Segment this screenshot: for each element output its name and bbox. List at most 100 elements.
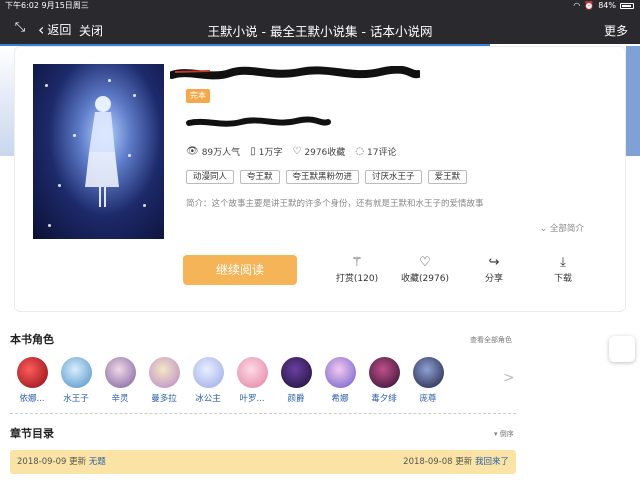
more-button[interactable]: 更多 — [604, 22, 628, 39]
status-time: 下午6:02 — [5, 1, 39, 10]
character-item[interactable]: 水王子 — [54, 357, 98, 404]
characters-section-title: 本书角色 — [10, 333, 54, 346]
character-item[interactable]: 辛灵 — [98, 357, 142, 404]
book-title-redacted — [170, 66, 420, 80]
character-item[interactable]: 颜爵 — [274, 357, 318, 404]
status-right: ◠ ⏰ 84% — [573, 0, 634, 12]
heart-icon: ♡ — [292, 146, 302, 157]
status-time-date: 下午6:02 9月15日周三 — [5, 0, 89, 12]
chapter-name: 无题 — [88, 457, 106, 467]
character-item[interactable]: 冰公主 — [186, 357, 230, 404]
stat-words: ▯ 1万字 — [250, 145, 282, 158]
character-item[interactable]: 希娜 — [318, 357, 362, 404]
character-item[interactable]: 庞尊 — [406, 357, 450, 404]
chapter-date: 2018-09-08 — [403, 457, 453, 467]
avatar — [412, 357, 444, 388]
chevron-down-icon: ▾ — [494, 430, 498, 438]
character-name: 希娜 — [331, 394, 349, 404]
book-cover-image[interactable] — [33, 64, 164, 239]
cover-sparkle — [143, 204, 146, 207]
comment-icon: ◌ — [355, 146, 365, 157]
character-name: 辛灵 — [111, 394, 129, 404]
tag-list: 动漫同人 夸王默 夸王默黑粉勿进 讨厌水王子 爱王默 — [186, 170, 468, 184]
character-name: 叶罗... — [239, 394, 265, 404]
cover-sparkle — [73, 134, 76, 137]
back-label: 返回 — [47, 23, 72, 37]
tip-button[interactable]: ⚚ 打赏(120) — [327, 254, 387, 284]
tag-item[interactable]: 爱王默 — [427, 170, 468, 184]
tag-item[interactable]: 动漫同人 — [186, 170, 235, 184]
floating-action-button[interactable] — [609, 336, 635, 362]
cover-sparkle — [45, 84, 48, 87]
share-button[interactable]: ↪ 分享 — [464, 254, 524, 284]
book-stats: 👁 89万人气 ▯ 1万字 ♡ 2976收藏 ◌ 17评论 — [186, 145, 396, 158]
back-button[interactable]: ‹ 返回 — [38, 21, 71, 38]
character-name: 冰公主 — [195, 394, 221, 404]
avatar — [192, 357, 224, 388]
author-name-redacted — [186, 116, 331, 127]
avatar — [368, 357, 400, 388]
chapter-update-label: 更新 — [455, 457, 473, 467]
nav-bar: ⤡ ‹ 返回 关闭 王默小说 - 最全王默小说集 - 话本小说网 更多 — [0, 12, 640, 44]
cover-figure-illustration — [85, 96, 119, 207]
chapter-name: 我回来了 — [474, 457, 509, 467]
continue-reading-button[interactable]: 继续阅读 — [183, 255, 297, 285]
cover-sparkle — [133, 94, 136, 97]
magic-wand-icon: ⚚ — [351, 255, 363, 270]
favorites-value: 2976收藏 — [304, 148, 346, 158]
battery-icon — [620, 3, 634, 9]
avatar — [236, 357, 268, 388]
download-button[interactable]: ⤓ 下载 — [533, 254, 593, 284]
cover-sparkle — [48, 224, 51, 227]
chevron-down-icon: ⌄ — [540, 224, 548, 234]
avatar — [324, 357, 356, 388]
download-icon: ⤓ — [560, 255, 566, 270]
character-name: 水王子 — [63, 394, 89, 404]
tag-item[interactable]: 夸王默 — [240, 170, 280, 184]
section-divider — [10, 413, 516, 414]
avatar — [104, 357, 136, 388]
header-background-edge — [626, 46, 640, 156]
avatar — [148, 357, 180, 388]
close-button[interactable]: 关闭 — [79, 22, 103, 39]
chevron-right-icon[interactable]: > — [503, 370, 515, 386]
stat-comments[interactable]: ◌ 17评论 — [355, 145, 396, 158]
stat-favorites: ♡ 2976收藏 — [292, 145, 345, 158]
status-bar: 下午6:02 9月15日周三 ◠ ⏰ 84% — [0, 0, 640, 12]
tip-label: 打赏(120) — [335, 274, 379, 284]
chapter-update-row: 2018-09-09 更新 无题 2018-09-08 更新 我回来了 — [10, 450, 516, 474]
collapse-icon[interactable]: ⤡ — [12, 20, 28, 36]
tag-item[interactable]: 夸王默黑粉勿进 — [285, 170, 360, 184]
document-icon: ▯ — [250, 146, 256, 157]
heart-outline-icon: ♡ — [419, 255, 431, 270]
avatar — [280, 357, 312, 388]
character-item[interactable]: 毒夕绯 — [362, 357, 406, 404]
cover-sparkle — [128, 154, 131, 157]
view-all-characters-link[interactable]: 查看全部角色 — [470, 335, 512, 345]
first-chapter-info[interactable]: 2018-09-09 更新 无题 — [17, 450, 106, 474]
character-name: 颜爵 — [287, 394, 305, 404]
latest-chapter-info[interactable]: 2018-09-08 更新 我回来了 — [403, 450, 509, 474]
comments-value: 17评论 — [367, 148, 397, 158]
character-item[interactable]: 依娜... — [10, 357, 54, 404]
character-name: 毒夕绯 — [371, 394, 397, 404]
avatar — [16, 357, 48, 388]
character-name: 依娜... — [19, 394, 45, 404]
words-value: 1万字 — [258, 148, 283, 158]
eye-icon: 👁 — [186, 146, 199, 157]
status-badge: 完本 — [186, 89, 210, 103]
chapters-section-title: 章节目录 — [10, 427, 54, 440]
collect-button[interactable]: ♡ 收藏(2976) — [395, 254, 455, 284]
book-summary: 简介：这个故事主要是讲王默的许多个身份，还有就是王默和水王子的爱情故事 — [186, 199, 484, 209]
sort-order-toggle[interactable]: ▾ 倒序 — [494, 429, 514, 439]
wifi-icon: ◠ — [573, 1, 581, 10]
character-name: 庞尊 — [419, 394, 437, 404]
expand-summary-link[interactable]: ⌄ 全部简介 — [540, 222, 584, 234]
character-item[interactable]: 曼多拉 — [142, 357, 186, 404]
character-name: 曼多拉 — [151, 394, 177, 404]
expand-summary-label: 全部简介 — [549, 224, 584, 234]
avatar — [60, 357, 92, 388]
character-item[interactable]: 叶罗... — [230, 357, 274, 404]
tag-item[interactable]: 讨厌水王子 — [365, 170, 422, 184]
collect-label: 收藏(2976) — [401, 274, 449, 284]
